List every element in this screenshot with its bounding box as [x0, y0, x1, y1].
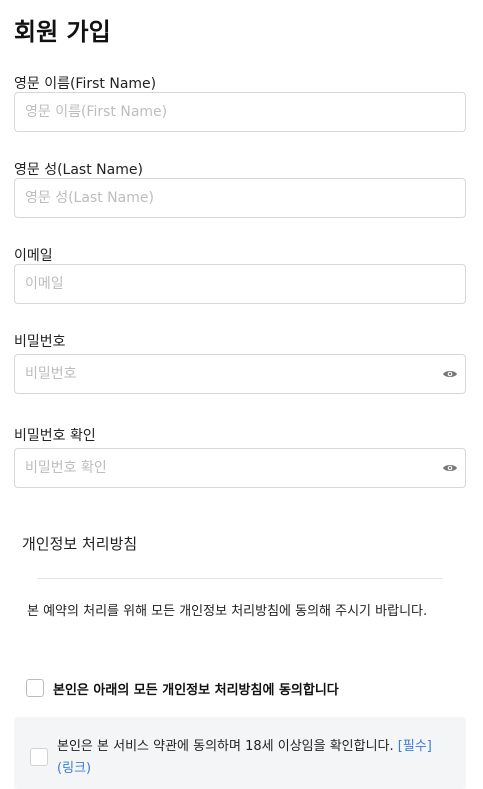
password-label: 비밀번호	[14, 334, 66, 350]
eye-icon[interactable]	[442, 460, 458, 476]
terms-text: 본인은 본 서비스 약관에 동의하며 18세 이상임을 확인합니다.	[57, 739, 394, 754]
terms-agreement-text: 본인은 본 서비스 약관에 동의하며 18세 이상임을 확인합니다. [필수] …	[57, 736, 437, 780]
agree-all-checkbox[interactable]	[26, 679, 44, 697]
first-name-input[interactable]	[14, 92, 466, 132]
email-input[interactable]	[14, 264, 466, 304]
required-tag: [필수]	[397, 739, 432, 754]
privacy-section-title: 개인정보 처리방침	[22, 535, 138, 553]
agree-all-label[interactable]: 본인은 아래의 모든 개인정보 처리방침에 동의합니다	[53, 679, 339, 698]
last-name-input[interactable]	[14, 178, 466, 218]
eye-icon[interactable]	[442, 366, 458, 382]
terms-checkbox[interactable]	[30, 748, 48, 766]
password-input[interactable]	[14, 354, 466, 394]
email-label: 이메일	[14, 248, 53, 264]
signup-page: 회원 가입 영문 이름(First Name) 영문 성(Last Name) …	[0, 0, 483, 789]
page-title: 회원 가입	[14, 18, 111, 46]
password-confirm-label: 비밀번호 확인	[14, 428, 96, 444]
divider	[37, 578, 443, 579]
first-name-label: 영문 이름(First Name)	[14, 76, 157, 92]
last-name-label: 영문 성(Last Name)	[14, 162, 143, 178]
terms-link[interactable]: (링크)	[57, 761, 91, 776]
password-confirm-input[interactable]	[14, 448, 466, 488]
privacy-notice: 본 예약의 처리를 위해 모든 개인정보 처리방침에 동의해 주시기 바랍니다.	[27, 604, 428, 619]
